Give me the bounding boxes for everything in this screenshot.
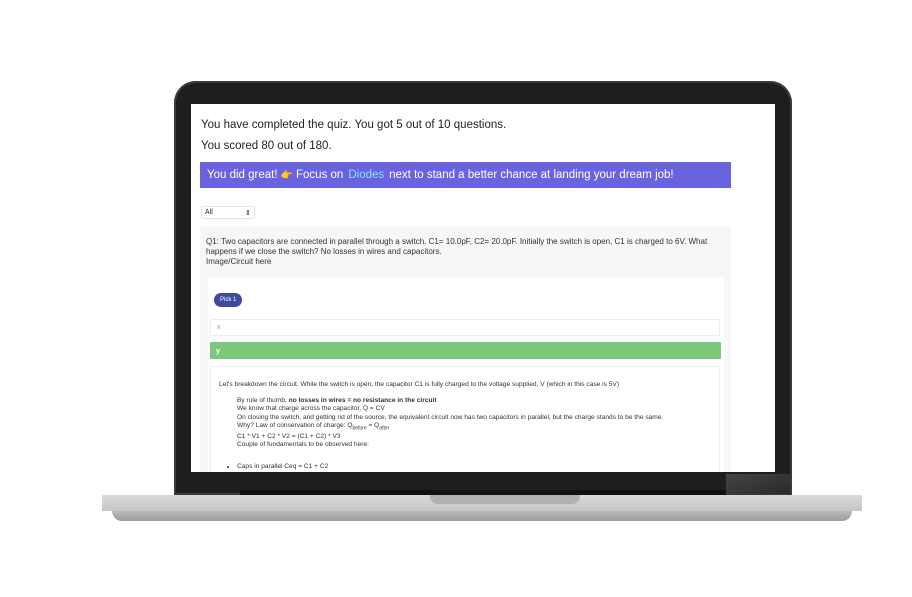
rule-bold: no losses in wires = no resistance in th… [288, 397, 437, 404]
topic-link-diodes[interactable]: Diodes [348, 169, 384, 181]
why-before: before [352, 425, 367, 432]
image-placeholder-text: Image/Circuit here [206, 257, 272, 266]
list-item: Caps in parallel Ceq = C1 + C2 [237, 463, 328, 471]
answer-panel: Pick 1 x y Let's breakdown the circuit. … [208, 278, 724, 472]
rule-prefix: By rule of thumb, [237, 397, 289, 404]
laptop-opening-notch [430, 495, 580, 504]
fundamentals-list: Caps in parallel Ceq = C1 + C2 [227, 463, 328, 471]
explanation-details: By rule of thumb, no losses in wires = n… [237, 397, 697, 450]
question-text-block: Q1: Two capacitors are connected in para… [206, 237, 726, 267]
explanation-equation: C1 * V1 + C2 * V2 = (C1 + C2) * V3 [237, 432, 341, 440]
question-card: Q1: Two capacitors are connected in para… [200, 226, 731, 472]
why-after: after [379, 425, 390, 432]
explanation-why: Why? Law of conservation of charge: Qbef… [237, 422, 697, 433]
explanation-switch: On closing the switch, and getting rid o… [237, 413, 664, 421]
select-arrows-icon: ⇕ [245, 209, 251, 217]
explanation-charge: We know that charge across the capacitor… [237, 405, 385, 413]
pick-count-badge: Pick 1 [214, 293, 243, 307]
laptop-screen: You have completed the quiz. You got 5 o… [191, 104, 775, 472]
filter-selected-value: All [205, 209, 213, 216]
banner-focus-label: Focus on [296, 169, 344, 181]
answer-option-x[interactable]: x [210, 319, 720, 336]
question-filter-select[interactable]: All ⇕ [201, 206, 255, 219]
laptop-bezel-reflection [726, 474, 790, 494]
explanation-intro: Let's breakdown the circuit. While the s… [219, 381, 620, 388]
answer-option-y-correct[interactable]: y [210, 342, 721, 359]
question-text: Q1: Two capacitors are connected in para… [206, 237, 708, 256]
laptop-base-edge [112, 511, 852, 521]
why-prefix: Why? Law of conservation of charge: Q [237, 422, 353, 430]
quiz-completed-text: You have completed the quiz. You got 5 o… [201, 119, 507, 131]
banner-prefix: You did great! [207, 169, 278, 181]
why-eq: = Q [366, 422, 380, 430]
explanation-fundamentals: Couple of fundamentals to be observed he… [237, 441, 369, 449]
explanation-panel: Let's breakdown the circuit. While the s… [210, 366, 720, 472]
banner-suffix: next to stand a better chance at landing… [389, 169, 674, 181]
feedback-banner: You did great! 👉 Focus on Diodes next to… [200, 162, 731, 188]
explanation-rule: By rule of thumb, no losses in wires = n… [237, 397, 697, 405]
pointing-hand-icon: 👉 [280, 169, 294, 181]
quiz-score-text: You scored 80 out of 180. [201, 140, 332, 152]
